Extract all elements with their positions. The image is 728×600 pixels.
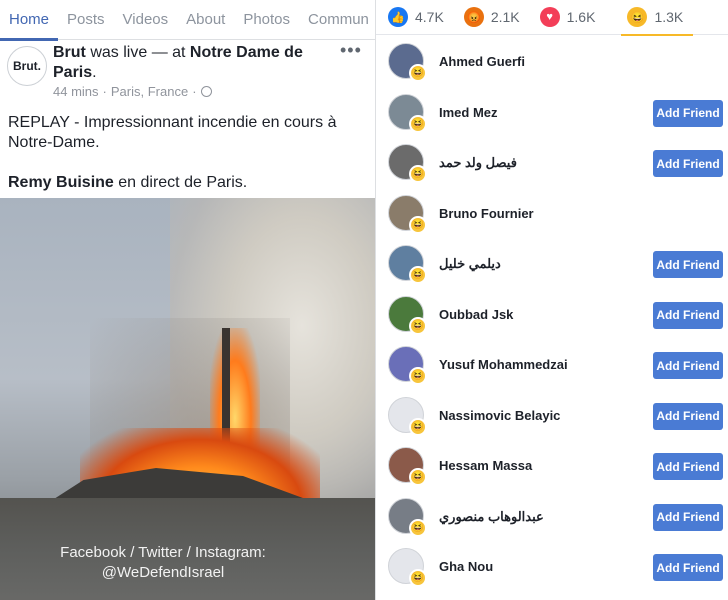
author-link[interactable]: Remy Buisine — [8, 174, 114, 191]
page-name-link[interactable]: Brut — [53, 44, 86, 61]
haha-icon: 😆 — [409, 569, 427, 587]
list-item[interactable]: 😆 فيصل ولد حمد Add Friend — [376, 139, 728, 189]
tab-about[interactable]: About — [177, 0, 234, 40]
love-icon: ♥ — [539, 7, 560, 27]
video-watermark: Facebook / Twitter / Instagram: @WeDefen… — [48, 543, 278, 583]
globe-icon — [200, 86, 212, 97]
person-name[interactable]: ديلمي خليل — [439, 256, 501, 272]
haha-icon: 😆 — [409, 215, 427, 234]
haha-icon: 😆 — [409, 316, 427, 335]
list-item[interactable]: 😆 Gha Nou Add Friend — [376, 543, 728, 593]
list-item[interactable]: 😆 Bruno Fournier — [376, 190, 728, 240]
reaction-count: 1.6K — [566, 9, 596, 25]
haha-icon: 😆 — [409, 367, 427, 385]
page-tabs: Home Posts Videos About Photos Commun — [0, 0, 375, 41]
reaction-tabs: 👍 4.7K 😡 2.1K ♥ 1.6K 😆 1.3K — [376, 0, 728, 36]
list-item[interactable]: 😆 Oubbad Jsk Add Friend — [376, 291, 728, 341]
add-friend-button[interactable]: Add Friend — [653, 99, 723, 127]
post-text: REPLAY - Impressionnant incendie en cour… — [8, 114, 337, 151]
haha-icon: 😆 — [409, 266, 427, 284]
list-item[interactable]: 😆 Yusuf Mohammedzai Add Friend — [376, 341, 728, 391]
post-header-text: Brut was live — at Notre Dame de Paris. — [53, 43, 315, 83]
list-item[interactable]: 😆 Nassimovic Belayic Add Friend — [376, 392, 728, 442]
tab-photos[interactable]: Photos — [234, 0, 299, 40]
post-panel: Home Posts Videos About Photos Commun Br… — [0, 0, 375, 600]
page-avatar[interactable]: Brut. — [7, 46, 47, 86]
reaction-list: 😆 Ahmed Guerfi 😆 Imed Mez Add Friend 😆 فيصل ول… — [376, 36, 728, 600]
watermark-line-2: @WeDefendIsrael — [101, 564, 225, 581]
list-item[interactable]: 😆 Imed Mez Add Friend — [376, 89, 728, 139]
haha-icon: 😆 — [409, 468, 427, 486]
add-friend-button[interactable]: Add Friend — [653, 301, 723, 329]
haha-icon: 😆 — [409, 165, 427, 183]
person-name[interactable]: Yusuf Mohammedzai — [439, 357, 568, 372]
post-text-author: Remy Buisine en direct de Paris. — [8, 173, 368, 193]
haha-icon: 😆 — [627, 7, 648, 27]
add-friend-button[interactable]: Add Friend — [653, 453, 723, 480]
reactions-panel: 👍 4.7K 😡 2.1K ♥ 1.6K 😆 1.3K 😆 Ahmed Guerfi 😆 Imed … — [375, 0, 728, 600]
add-friend-button[interactable]: Add Friend — [653, 402, 723, 430]
person-name[interactable]: Ahmed Guerfi — [439, 54, 525, 69]
tab-home[interactable]: Home — [0, 0, 59, 41]
reaction-tab-angry[interactable]: 😡 2.1K — [454, 0, 530, 35]
haha-icon: 😆 — [409, 114, 427, 133]
post-text-suffix: en direct de Paris. — [113, 174, 248, 191]
person-name[interactable]: Hessam Massa — [439, 458, 532, 473]
person-name[interactable]: Nassimovic Belayic — [439, 408, 560, 423]
tab-community[interactable]: Commun — [299, 0, 375, 40]
reaction-count: 1.3K — [654, 9, 684, 25]
list-item[interactable]: 😆 ديلمي خليل Add Friend — [376, 240, 728, 290]
angry-icon: 😡 — [463, 7, 484, 27]
person-name[interactable]: Bruno Fournier — [439, 206, 534, 221]
list-item[interactable]: 😆 Hessam Massa Add Friend — [376, 442, 728, 492]
reaction-tab-like[interactable]: 👍 4.7K — [376, 0, 454, 35]
list-item[interactable]: 😆 Ahmed Guerfi — [376, 38, 728, 88]
haha-icon: 😆 — [409, 518, 427, 537]
watermark-line-1: Facebook / Twitter / Instagram: — [60, 544, 266, 561]
haha-icon: 😆 — [409, 417, 427, 436]
add-friend-button[interactable]: Add Friend — [653, 251, 723, 278]
post-time[interactable]: 44 mins — [53, 84, 99, 99]
person-name[interactable]: فيصل ولد حمد — [439, 155, 517, 171]
meta-dot: · — [102, 84, 107, 99]
reaction-count: 2.1K — [490, 9, 520, 25]
live-text: was live — at — [85, 44, 190, 61]
list-item[interactable]: 😆 عبدالوهاب منصوري Add Friend — [376, 493, 728, 543]
add-friend-button[interactable]: Add Friend — [653, 150, 723, 177]
reaction-tab-love[interactable]: ♥ 1.6K — [530, 0, 606, 35]
like-icon: 👍 — [388, 7, 408, 27]
person-name[interactable]: Oubbad Jsk — [439, 307, 513, 322]
person-name[interactable]: عبدالوهاب منصوري — [439, 509, 544, 525]
location-suffix: . — [92, 64, 97, 81]
video-player[interactable]: Facebook / Twitter / Instagram: @WeDefen… — [0, 198, 375, 600]
add-friend-button[interactable]: Add Friend — [653, 503, 723, 531]
reaction-tab-haha[interactable]: 😆 1.3K — [617, 0, 694, 36]
reaction-count: 4.7K — [415, 9, 444, 25]
add-friend-button[interactable]: Add Friend — [653, 554, 723, 581]
person-name[interactable]: Imed Mez — [439, 105, 498, 120]
tab-posts[interactable]: Posts — [58, 0, 114, 40]
post-meta: 44 mins · Paris, France · — [53, 84, 212, 99]
meta-dot: · — [192, 84, 197, 99]
person-name[interactable]: Gha Nou — [439, 559, 493, 574]
tab-videos[interactable]: Videos — [114, 0, 178, 40]
post-place[interactable]: Paris, France — [111, 84, 188, 99]
more-options-button[interactable]: ••• — [340, 40, 362, 61]
haha-icon: 😆 — [409, 64, 427, 82]
add-friend-button[interactable]: Add Friend — [653, 352, 723, 379]
